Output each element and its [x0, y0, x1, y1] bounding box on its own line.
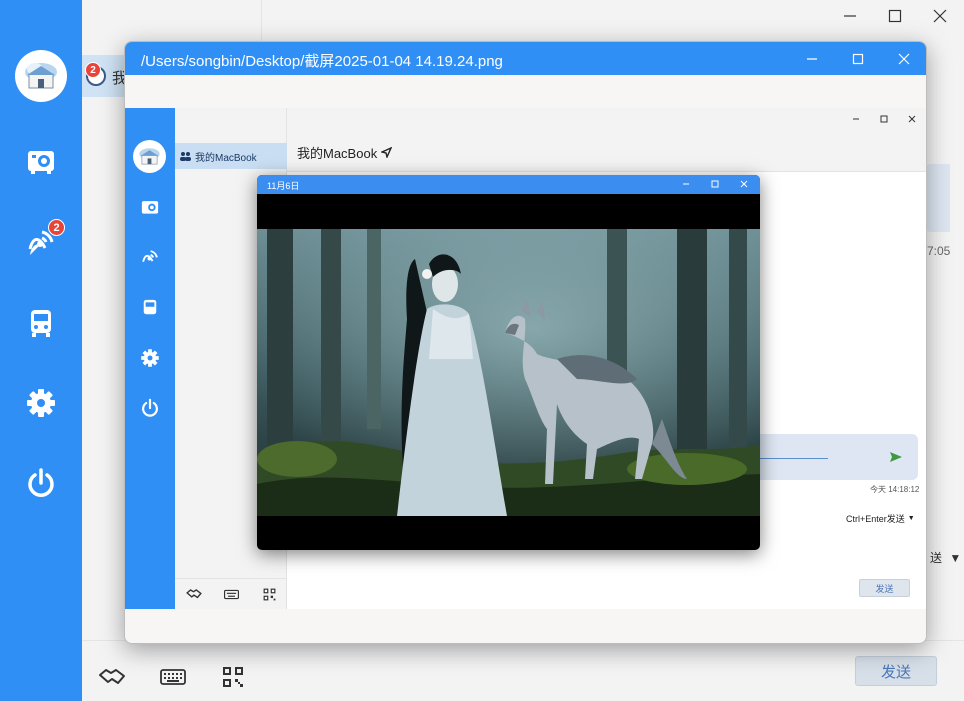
gear-icon[interactable] — [22, 384, 60, 422]
user-avatar[interactable] — [15, 50, 67, 102]
qr-code-icon[interactable] — [218, 664, 248, 690]
progress-line — [750, 458, 828, 459]
chat-title: 我的MacBook — [297, 143, 393, 162]
conversation-badge: 2 — [85, 62, 101, 78]
dashcam-nav-icon[interactable] — [22, 143, 60, 181]
viewer-title-bar[interactable]: /Users/songbin/Desktop/截屏2025-01-04 14.1… — [125, 42, 926, 75]
power-icon — [138, 396, 162, 420]
chevron-down-icon: ▼ — [907, 515, 915, 522]
gear-icon — [138, 346, 162, 370]
handshake-icon[interactable] — [97, 664, 127, 690]
minimize-icon — [847, 112, 865, 126]
forest-photo — [257, 229, 760, 516]
keyboard-icon[interactable] — [158, 664, 188, 690]
close-icon — [903, 112, 921, 126]
user-avatar — [133, 140, 166, 173]
chat-title-text: 我的MacBook — [297, 146, 378, 161]
send-mode-dropdown: Ctrl+Enter发送 ▼ — [846, 512, 915, 525]
keyboard-icon — [222, 586, 240, 602]
message-bubble — [925, 164, 950, 232]
photo-window: 11月6日 — [257, 175, 760, 550]
chevron-down-icon: ▼ — [949, 551, 962, 565]
close-icon[interactable] — [926, 4, 954, 28]
image-viewer-window: /Users/songbin/Desktop/截屏2025-01-04 14.1… — [124, 41, 927, 644]
bus-nav-icon[interactable] — [22, 304, 60, 342]
message-time: 7:05 — [927, 244, 951, 258]
maximize-icon — [707, 177, 723, 191]
send-icon — [890, 452, 902, 462]
handshake-icon — [185, 586, 203, 602]
send-mode-label: Ctrl+Enter发送 — [846, 514, 905, 524]
list-item: 我的MacBook — [175, 143, 287, 169]
close-icon[interactable] — [889, 46, 919, 72]
minimize-icon — [678, 177, 694, 191]
photo-title-bar: 11月6日 — [257, 175, 760, 194]
maximize-icon[interactable] — [881, 4, 909, 28]
minimize-icon[interactable] — [797, 46, 827, 72]
bottom-toolbar — [82, 640, 964, 701]
screenshot-image: 我的MacBook 我的MacBook 今天 14:18:12 Ctrl+Ent… — [125, 108, 926, 609]
bus-nav-icon — [138, 296, 162, 320]
sidebar — [0, 0, 82, 701]
send-button: 发送 — [859, 579, 910, 597]
chat-header: 我的MacBook — [287, 108, 926, 172]
send-button[interactable]: 发送 — [855, 656, 937, 686]
minimize-icon[interactable] — [836, 4, 864, 28]
power-icon[interactable] — [22, 464, 60, 502]
send-mode-label: 送 — [930, 551, 943, 565]
send-mode-dropdown[interactable]: 送 ▼ — [930, 549, 961, 566]
viewer-title: /Users/songbin/Desktop/截屏2025-01-04 14.1… — [141, 53, 503, 70]
qr-code-icon — [260, 586, 278, 602]
message-time: 今天 14:18:12 — [870, 485, 920, 494]
list-item-label: 我的MacBook — [195, 152, 257, 164]
group-icon — [180, 152, 191, 161]
maximize-icon[interactable] — [843, 46, 873, 72]
dashcam-nav-icon — [138, 196, 162, 220]
send-arrow-icon — [381, 147, 393, 158]
close-icon — [736, 177, 752, 191]
photo-title: 11月6日 — [267, 181, 300, 191]
notification-badge: 2 — [48, 219, 65, 236]
maximize-icon — [875, 112, 893, 126]
broadcast-nav-icon — [138, 246, 162, 270]
